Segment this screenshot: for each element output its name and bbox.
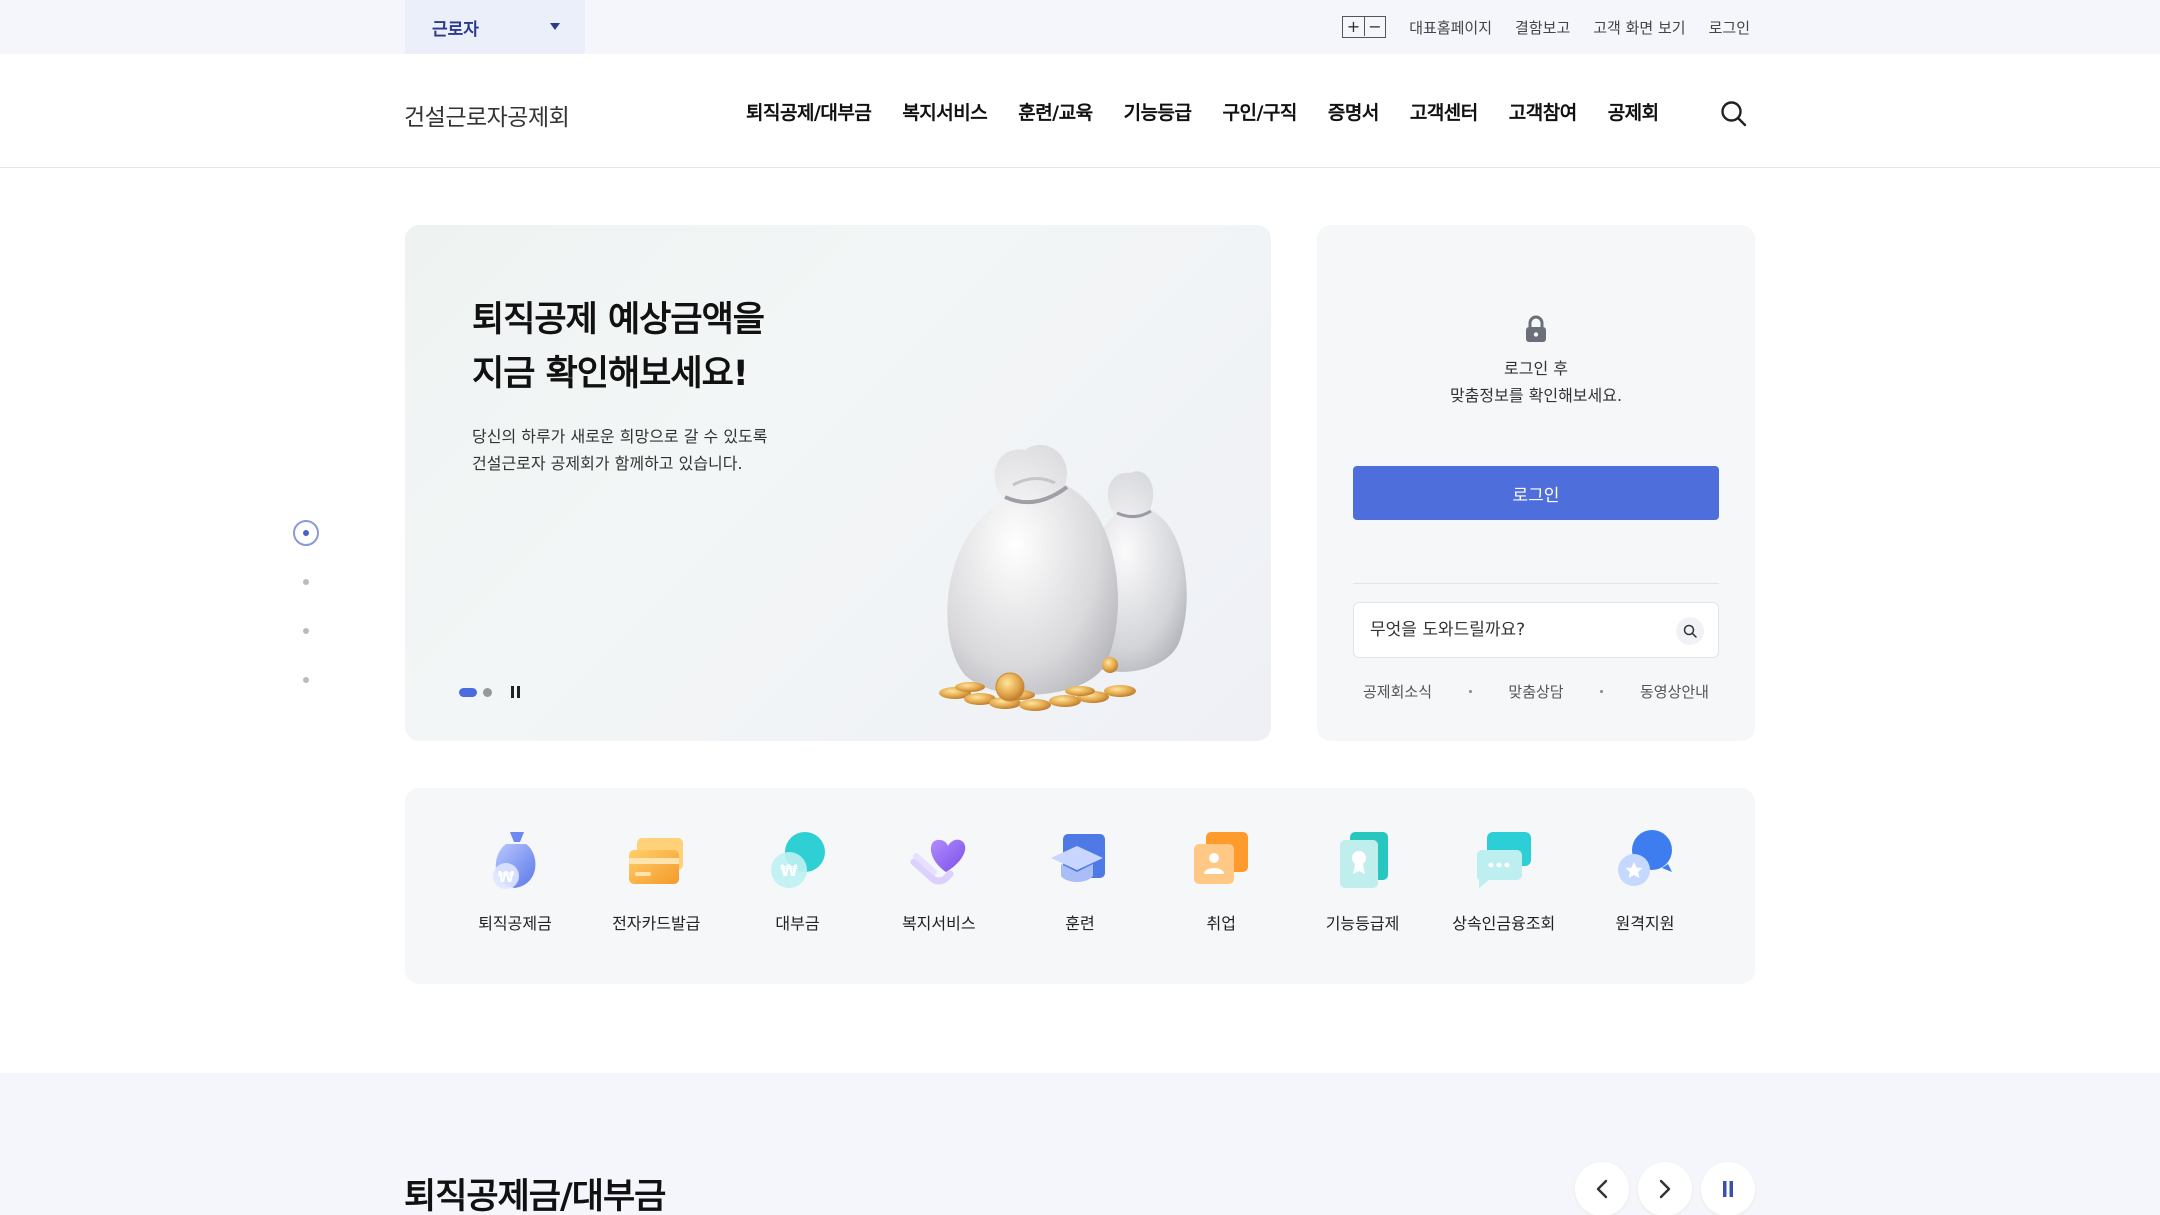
quick-menu-label: 대부금 bbox=[775, 914, 820, 933]
quick-menu: ₩ 퇴직공제금 전자카드발급 ₩ 대부금 복지서비스 훈련 취업 기능등급제 상… bbox=[405, 788, 1755, 984]
quick-link-consult[interactable]: 맞춤상담 bbox=[1508, 681, 1563, 702]
quick-menu-label: 퇴직공제금 bbox=[478, 914, 552, 933]
section-dot-3[interactable] bbox=[293, 618, 319, 644]
lock-icon bbox=[1526, 315, 1546, 342]
role-select[interactable]: 근로자 bbox=[405, 0, 585, 54]
coin-icon: ₩ bbox=[770, 832, 825, 888]
search-icon[interactable] bbox=[1676, 617, 1704, 645]
hero-title-line-2: 지금 확인해보세요! bbox=[472, 354, 749, 394]
card-icon bbox=[629, 838, 684, 884]
hero-slide-1-indicator[interactable] bbox=[459, 687, 477, 697]
chevron-right-icon bbox=[1659, 1179, 1671, 1199]
utility-bar: 근로자 + − 대표홈페이지 결함보고 고객 화면 보기 로그인 bbox=[0, 0, 2160, 54]
help-search-box bbox=[1353, 602, 1719, 658]
quick-menu-item-training[interactable]: 훈련 bbox=[1020, 828, 1140, 934]
zoom-out-button[interactable]: − bbox=[1364, 17, 1385, 36]
util-link-customer-view[interactable]: 고객 화면 보기 bbox=[1593, 17, 1685, 38]
nav-item-jobs[interactable]: 구인/구직 bbox=[1223, 98, 1298, 125]
quick-menu-item-jobs[interactable]: 취업 bbox=[1161, 828, 1281, 934]
hero-banner[interactable]: 퇴직공제 예상금액을 지금 확인해보세요! 당신의 하루가 새로운 희망으로 갈… bbox=[405, 225, 1271, 741]
login-message-line-1: 로그인 후 bbox=[1504, 359, 1568, 378]
section-dot-4[interactable] bbox=[293, 667, 319, 693]
util-link-login[interactable]: 로그인 bbox=[1709, 17, 1750, 38]
login-panel: 로그인 후 맞춤정보를 확인해보세요. 로그인 공제회소식 맞춤상담 동영상안내 bbox=[1317, 225, 1755, 741]
quick-menu-item-inheritance[interactable]: 상속인금융조회 bbox=[1444, 828, 1564, 934]
svg-text:₩: ₩ bbox=[498, 868, 515, 886]
login-message-line-2: 맞춤정보를 확인해보세요. bbox=[1449, 386, 1623, 405]
section-title: 퇴직공제금/대부금 bbox=[404, 1177, 666, 1215]
retirement-section: 퇴직공제금/대부금 bbox=[0, 1073, 2160, 1215]
site-logo[interactable]: 건설근로자공제회 bbox=[404, 98, 570, 132]
nav-item-about[interactable]: 공제회 bbox=[1608, 98, 1659, 125]
nav-item-customer-center[interactable]: 고객센터 bbox=[1410, 98, 1478, 125]
hero-title: 퇴직공제 예상금액을 지금 확인해보세요! bbox=[472, 293, 765, 401]
quick-menu-item-welfare[interactable]: 복지서비스 bbox=[879, 828, 999, 934]
hero-desc-line-2: 건설근로자 공제회가 함께하고 있습니다. bbox=[472, 454, 743, 473]
quick-menu-item-retirement[interactable]: ₩ 퇴직공제금 bbox=[455, 828, 575, 934]
pause-icon[interactable] bbox=[511, 686, 521, 698]
pause-button[interactable] bbox=[1701, 1162, 1755, 1215]
zoom-in-button[interactable]: + bbox=[1343, 17, 1364, 36]
quick-link-video[interactable]: 동영상안내 bbox=[1640, 681, 1709, 702]
quick-menu-item-card[interactable]: 전자카드발급 bbox=[596, 828, 716, 934]
prev-button[interactable] bbox=[1575, 1162, 1629, 1215]
quick-link-news[interactable]: 공제회소식 bbox=[1363, 681, 1432, 702]
quick-menu-label: 원격지원 bbox=[1615, 914, 1675, 933]
heart-hand-icon bbox=[910, 839, 966, 885]
graduation-cap-icon bbox=[1051, 834, 1105, 882]
login-quick-links: 공제회소식 맞춤상담 동영상안내 bbox=[1353, 681, 1719, 702]
section-dot-2[interactable] bbox=[293, 569, 319, 595]
next-button[interactable] bbox=[1638, 1162, 1692, 1215]
hero-pager bbox=[459, 686, 521, 698]
quick-menu-item-remote-support[interactable]: 원격지원 bbox=[1585, 828, 1705, 934]
login-button[interactable]: 로그인 bbox=[1353, 466, 1719, 520]
certificate-icon bbox=[1339, 832, 1388, 888]
pause-icon bbox=[1723, 1181, 1733, 1197]
section-pager bbox=[293, 520, 319, 716]
nav-item-retirement[interactable]: 퇴직공제/대부금 bbox=[746, 98, 872, 125]
hero-slide-2-indicator[interactable] bbox=[483, 687, 492, 697]
role-select-value: 근로자 bbox=[432, 19, 479, 40]
login-message: 로그인 후 맞춤정보를 확인해보세요. bbox=[1317, 355, 1755, 409]
chevron-left-icon bbox=[1596, 1179, 1608, 1199]
section-dot-1[interactable] bbox=[293, 520, 319, 546]
quick-menu-label: 복지서비스 bbox=[901, 914, 976, 933]
header: 건설근로자공제회 퇴직공제/대부금 복지서비스 훈련/교육 기능등급 구인/구직… bbox=[0, 54, 2160, 168]
quick-menu-label: 취업 bbox=[1206, 914, 1236, 933]
separator-dot bbox=[1600, 690, 1604, 693]
search-icon[interactable] bbox=[1720, 100, 1747, 127]
money-bags-illustration bbox=[939, 444, 1187, 711]
quick-menu-label: 상속인금융조회 bbox=[1452, 914, 1556, 933]
quick-menu-label: 훈련 bbox=[1065, 914, 1095, 933]
chat-icon bbox=[1476, 832, 1531, 888]
money-bag-icon: ₩ bbox=[493, 832, 536, 889]
quick-menu-item-loan[interactable]: ₩ 대부금 bbox=[738, 828, 858, 934]
hero-desc-line-1: 당신의 하루가 새로운 희망으로 갈 수 있도록 bbox=[472, 427, 768, 446]
quick-menu-label: 전자카드발급 bbox=[612, 914, 701, 933]
hero-description: 당신의 하루가 새로운 희망으로 갈 수 있도록 건설근로자 공제회가 함께하고… bbox=[472, 423, 767, 477]
nav-item-participation[interactable]: 고객참여 bbox=[1509, 98, 1577, 125]
nav-item-skill-grade[interactable]: 기능등급 bbox=[1124, 98, 1192, 125]
util-link-defect-report[interactable]: 결함보고 bbox=[1515, 17, 1570, 38]
quick-menu-label: 기능등급제 bbox=[1325, 914, 1400, 933]
utility-links: 대표홈페이지 결함보고 고객 화면 보기 로그인 bbox=[1409, 0, 1750, 54]
separator-dot bbox=[1468, 690, 1472, 693]
support-chat-icon bbox=[1618, 830, 1672, 886]
util-link-main-site[interactable]: 대표홈페이지 bbox=[1409, 17, 1492, 38]
caret-down-icon bbox=[550, 23, 560, 30]
help-search-input[interactable] bbox=[1370, 603, 1670, 657]
divider bbox=[1353, 583, 1719, 584]
id-card-icon bbox=[1194, 832, 1249, 884]
zoom-control: + − bbox=[1342, 16, 1386, 38]
main-nav: 퇴직공제/대부금 복지서비스 훈련/교육 기능등급 구인/구직 증명서 고객센터… bbox=[746, 54, 1690, 168]
nav-item-welfare[interactable]: 복지서비스 bbox=[902, 98, 987, 125]
nav-item-training[interactable]: 훈련/교육 bbox=[1018, 98, 1093, 125]
hero-title-line-1: 퇴직공제 예상금액을 bbox=[472, 300, 765, 340]
svg-text:₩: ₩ bbox=[780, 861, 798, 880]
quick-menu-item-skill-grade[interactable]: 기능등급제 bbox=[1303, 828, 1423, 934]
nav-item-certificate[interactable]: 증명서 bbox=[1328, 98, 1379, 125]
